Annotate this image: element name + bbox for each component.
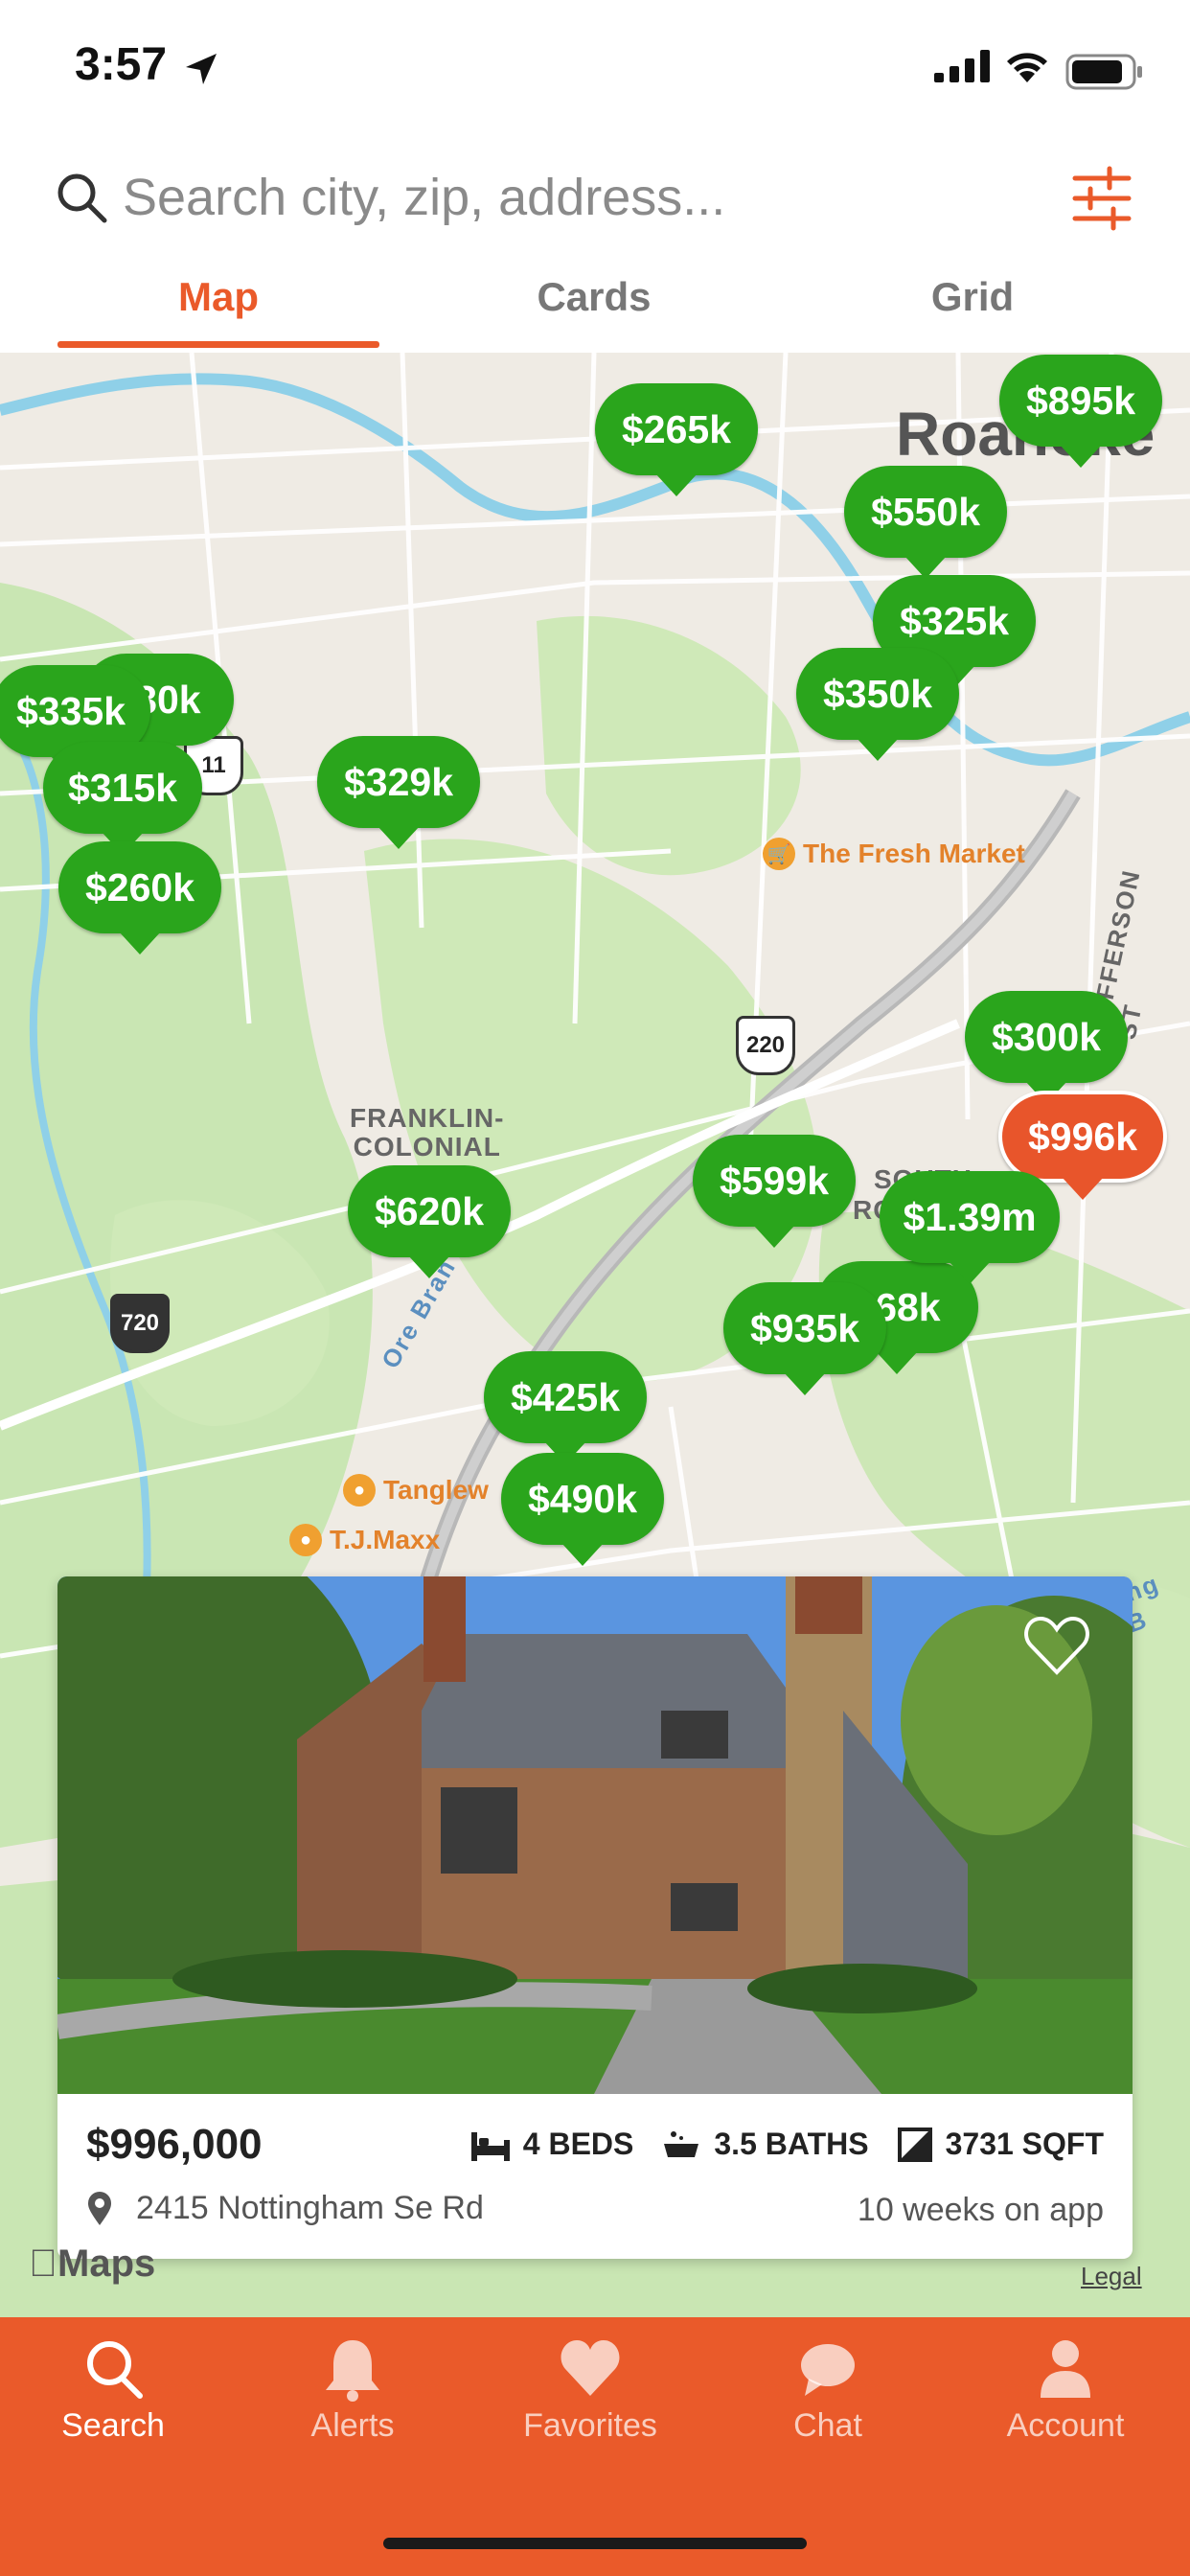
price-pin[interactable]: $895k [999,355,1162,447]
sqft-label: 3731 SQFT [945,2127,1104,2161]
beds-label: 4 BEDS [522,2127,634,2161]
poi-tanglewood[interactable]: ● Tanglew [343,1474,489,1506]
sqft-stat: 3731 SQFT [897,2127,1104,2162]
price-pin[interactable]: $265k [595,383,758,475]
nav-label: Alerts [310,2407,395,2444]
nav-label: Favorites [523,2407,657,2444]
tab-grid[interactable]: Grid [810,274,1135,332]
poi-label: Tanglew [383,1475,489,1505]
shopping-cart-icon: 🛒 [763,838,795,870]
nav-label: Search [61,2407,165,2444]
tab-map[interactable]: Map [57,274,379,332]
price-pin[interactable]: $1.39m [880,1171,1060,1263]
area-icon [897,2127,932,2162]
chat-bubble-icon [801,2344,855,2396]
beds-stat: 4 BEDS [470,2127,634,2162]
price-pin-selected[interactable]: $996k [998,1091,1167,1183]
battery-icon [1065,54,1142,90]
poi-fresh-market[interactable]: 🛒 The Fresh Market [763,838,1025,870]
search-icon[interactable] [53,169,110,226]
price-pin[interactable]: $620k [348,1165,511,1257]
cellular-signal-icon [934,50,990,82]
nav-chat[interactable]: Chat [722,2336,933,2471]
baths-stat: 3.5 BATHS [662,2127,869,2162]
status-bar: 3:57 [0,0,1190,134]
maps-logo-text: Maps [29,2242,155,2285]
legal-link[interactable]: Legal [1081,2262,1142,2291]
bed-icon [470,2131,510,2161]
listing-address: 2415 Nottingham Se Rd [86,2190,484,2227]
wifi-icon [1007,53,1047,82]
price-pin[interactable]: $490k [501,1453,664,1545]
neighborhood-label-line2: COLONIAL [353,1132,501,1162]
nav-label: Chat [793,2407,862,2444]
person-icon [1041,2340,1090,2398]
favorite-heart-icon[interactable] [1023,1615,1090,1676]
active-tab-indicator [57,341,379,348]
heart-icon [561,2340,620,2396]
price-pin[interactable]: $935k [723,1282,886,1374]
tab-cards[interactable]: Cards [431,274,757,332]
shopping-bag-icon: ● [343,1474,376,1506]
price-pin[interactable]: $550k [844,466,1007,558]
price-pin[interactable]: $425k [484,1351,647,1443]
map-pin-icon [88,2191,111,2225]
address-text: 2415 Nottingham Se Rd [136,2190,484,2226]
price-pin[interactable]: $599k [693,1135,856,1227]
bathtub-icon [664,2130,699,2157]
status-time: 3:57 [75,39,168,90]
nav-search[interactable]: Search [8,2336,218,2471]
nav-account[interactable]: Account [960,2336,1171,2471]
search-input[interactable] [123,163,985,232]
nav-label: Account [1006,2407,1125,2444]
price-pin[interactable]: $300k [965,991,1128,1083]
price-pin[interactable]: $260k [58,841,221,933]
baths-label: 3.5 BATHS [714,2127,869,2161]
price-pin[interactable]: $315k [43,742,202,834]
filter-sliders-icon[interactable] [1071,165,1133,232]
bell-icon [326,2340,379,2402]
route-shield: 220 [736,1016,795,1075]
neighborhood-label: FRANKLIN- COLONIAL [350,1104,504,1162]
route-shield: 720 [110,1294,170,1353]
listing-price: $996,000 [86,2121,263,2168]
search-icon [87,2341,143,2399]
location-arrow-icon [186,54,217,84]
listing-card[interactable]: $996,000 4 BEDS 3.5 BATHS 3731 SQFT 2415… [57,1576,1133,2259]
listing-age: 10 weeks on app [857,2192,1104,2228]
poi-tjmaxx[interactable]: ● T.J.Maxx [289,1524,440,1556]
nav-favorites[interactable]: Favorites [485,2336,696,2471]
poi-label: T.J.Maxx [330,1525,441,1554]
price-pin[interactable]: $329k [317,736,480,828]
poi-label: The Fresh Market [803,839,1025,868]
price-pin[interactable]: $350k [796,648,959,740]
listing-photo[interactable] [57,1576,1133,2094]
apple-maps-logo: Maps [29,2242,155,2286]
listing-stats: 4 BEDS 3.5 BATHS 3731 SQFT [456,2127,1104,2162]
home-indicator [383,2538,807,2549]
nav-alerts[interactable]: Alerts [247,2336,458,2471]
shopping-bag-icon: ● [289,1524,322,1556]
neighborhood-label-line1: FRANKLIN- [350,1103,505,1133]
